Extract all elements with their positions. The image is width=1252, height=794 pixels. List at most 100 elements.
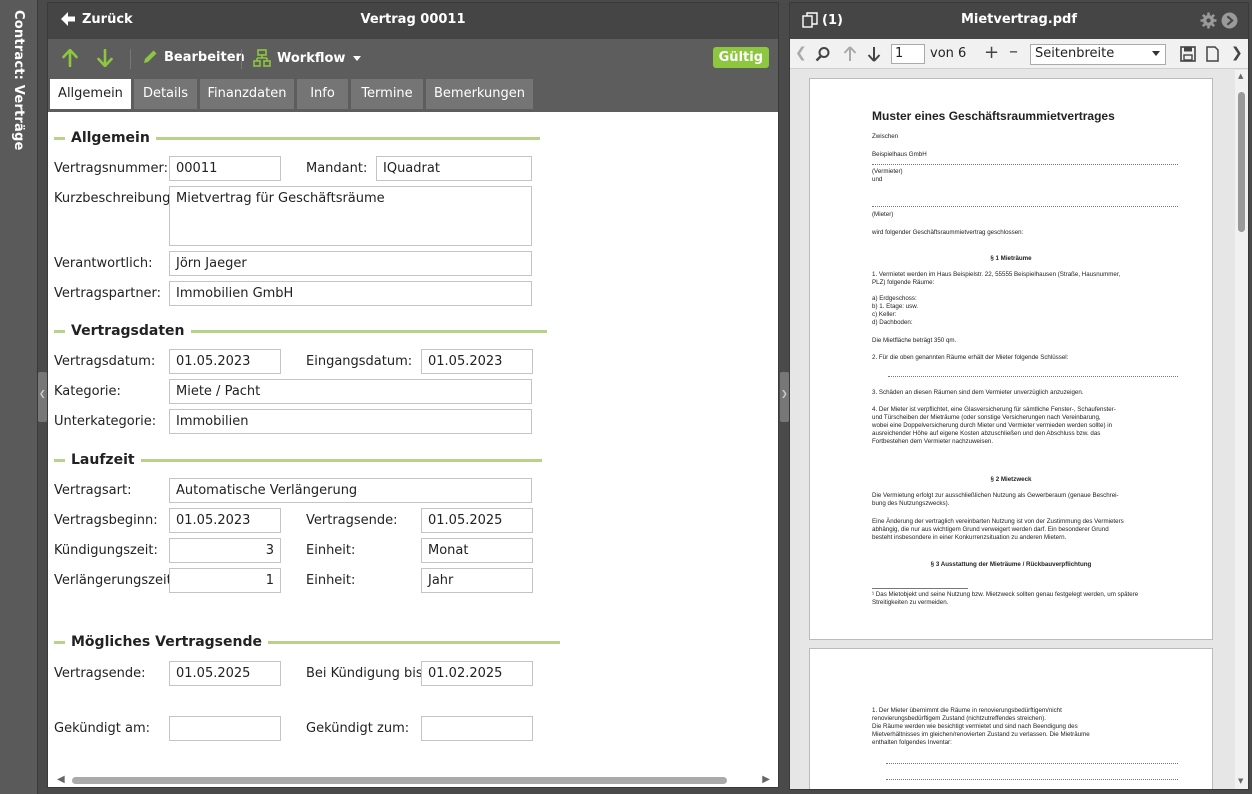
arrow-up-icon — [62, 49, 78, 67]
scroll-up-icon[interactable]: ▲ — [1238, 72, 1243, 80]
pdf-footnote: Streitigkeiten zu vermeiden. — [872, 599, 949, 606]
vertragsbeginn-field[interactable]: 01.05.2023 — [169, 508, 281, 533]
verlaengerungszeit-field[interactable]: 1 — [169, 568, 281, 593]
pdf-text: 4. Der Mieter ist verpflichtet, eine Gla… — [872, 406, 1116, 413]
arrow-up-icon[interactable] — [843, 46, 857, 62]
label-eingangsdatum: Eingangsdatum: — [306, 354, 413, 369]
verantwortlich-field[interactable]: Jörn Jaeger — [169, 251, 532, 276]
gekuendigt-zum-field[interactable] — [421, 716, 533, 741]
document-icon[interactable] — [1206, 46, 1219, 62]
workflow-button[interactable]: Workflow — [253, 49, 362, 67]
pdf-footnote: ¹ Das Mietobjekt und seine Nutzung bzw. … — [872, 591, 1139, 598]
arrow-down-icon[interactable] — [867, 46, 881, 62]
zoom-select[interactable]: Seitenbreite — [1030, 44, 1166, 65]
vertragsende-2-field[interactable]: 01.05.2025 — [169, 661, 281, 686]
edit-button[interactable]: Bearbeiten — [142, 49, 245, 65]
attachments-button[interactable]: (1) — [802, 12, 843, 28]
section-allgemein: Allgemein — [54, 130, 540, 146]
scroll-left-icon[interactable]: ◀ — [57, 774, 65, 785]
pdf-text: (Mieter) — [872, 211, 894, 218]
kurzbeschreibung-field[interactable]: Mietvertrag für Geschäftsräume — [169, 186, 532, 246]
label-einheit-2: Einheit: — [306, 573, 356, 588]
save-icon[interactable] — [1180, 46, 1196, 62]
pdf-page-1: Muster eines Geschäftsraummietvertrages … — [809, 78, 1213, 640]
pdf-text: 1. Der Mieter übernimmt die Räume in ren… — [872, 707, 1062, 714]
copy-document-icon — [802, 12, 818, 28]
module-sidebar[interactable]: Contract: Verträge — [0, 0, 38, 794]
page-number-input[interactable]: 1 — [891, 44, 925, 64]
pdf-heading: Muster eines Geschäftsraummietvertrages — [872, 109, 1115, 123]
label-vertragsende-2: Vertragsende: — [54, 666, 146, 681]
vertragspartner-field[interactable]: Immobilien GmbH — [169, 281, 532, 306]
pdf-scrollbar-thumb[interactable] — [1238, 92, 1245, 232]
zoom-out-icon[interactable]: – — [1009, 41, 1018, 62]
einheit-field[interactable]: Monat — [421, 538, 533, 563]
scrollbar-thumb[interactable] — [72, 777, 727, 784]
vertragsende-field[interactable]: 01.05.2025 — [421, 508, 533, 533]
label-vertragsdatum: Vertragsdatum: — [54, 354, 156, 369]
pdf-dotted-line — [872, 164, 1178, 165]
tab-termine[interactable]: Termine — [351, 79, 424, 109]
pdf-text: Mietverhältnisses im gleichen/renovierte… — [872, 731, 1090, 738]
pdf-text: Die Vermietung erfolgt zur ausschließlic… — [872, 492, 1119, 499]
vertragsdatum-field[interactable]: 01.05.2023 — [169, 349, 281, 374]
tab-allgemein[interactable]: Allgemein — [50, 79, 132, 109]
vertragsart-field[interactable]: Automatische Verlängerung — [169, 478, 532, 503]
pdf-panel: (1) Mietvertrag.pdf ❮ 1 von 6 + – Seiten… — [789, 2, 1249, 790]
pdf-text: d) Dachboden: — [872, 319, 913, 326]
pdf-text: Beispielhaus GmbH — [872, 151, 927, 158]
pdf-viewer[interactable]: Muster eines Geschäftsraummietvertrages … — [790, 70, 1236, 789]
back-label: Zurück — [82, 11, 133, 27]
label-kategorie: Kategorie: — [54, 384, 121, 399]
bei-kuendigung-field[interactable]: 01.02.2025 — [421, 661, 533, 686]
gekuendigt-am-field[interactable] — [169, 716, 281, 741]
pdf-text: Fortbestehen dem Vermieter nachzuweisen. — [872, 438, 994, 445]
chevron-right-icon[interactable]: ❯ — [1231, 45, 1243, 61]
chevron-right-icon: ❯ — [781, 389, 788, 398]
arrow-down-icon — [97, 49, 113, 67]
move-up-button[interactable] — [62, 49, 78, 67]
move-down-button[interactable] — [97, 49, 113, 67]
tab-finanzdaten[interactable]: Finanzdaten — [200, 79, 295, 109]
tab-bemerkungen[interactable]: Bemerkungen — [426, 79, 534, 109]
scroll-down-icon[interactable]: ▼ — [1238, 777, 1243, 785]
section-vertragsende-title: Mögliches Vertragsende — [71, 634, 262, 650]
caret-down-icon — [353, 55, 362, 61]
gear-icon[interactable] — [1200, 12, 1217, 29]
workflow-label: Workflow — [277, 50, 346, 66]
einheit-2-field[interactable]: Jahr — [421, 568, 533, 593]
mandant-field[interactable]: IQuadrat — [376, 156, 532, 181]
page-title: Vertrag 00011 — [360, 12, 466, 27]
pdf-text: enthalten folgendes Inventar: — [872, 739, 952, 746]
pdf-text: wird folgender Geschäftsraummietvertrag … — [872, 229, 1024, 236]
label-vertragsbeginn: Vertragsbeginn: — [54, 513, 158, 528]
unterkategorie-field[interactable]: Immobilien — [169, 409, 532, 434]
next-circle-icon[interactable] — [1221, 12, 1238, 29]
pdf-vertical-scrollbar[interactable]: ▲ ▼ — [1235, 70, 1248, 789]
section-laufzeit: Laufzeit — [54, 452, 542, 468]
arrow-left-icon — [61, 12, 75, 26]
pdf-titlebar: (1) Mietvertrag.pdf — [790, 3, 1248, 39]
search-icon[interactable] — [815, 46, 831, 62]
label-vertragsende: Vertragsende: — [306, 513, 398, 528]
back-button[interactable]: Zurück — [60, 11, 133, 27]
collapse-right-handle[interactable]: ❯ — [780, 372, 789, 422]
edit-label: Bearbeiten — [164, 49, 245, 65]
tab-details[interactable]: Details — [134, 79, 198, 109]
tab-info[interactable]: Info — [297, 79, 349, 109]
pdf-footnote-rule — [872, 588, 968, 589]
pdf-text: PLZ) folgende Räume: — [872, 279, 935, 286]
pencil-icon — [144, 50, 157, 63]
kategorie-field[interactable]: Miete / Pacht — [169, 379, 532, 404]
kuendigungszeit-field[interactable]: 3 — [169, 538, 281, 563]
scroll-right-icon[interactable]: ▶ — [762, 774, 770, 785]
eingangsdatum-field[interactable]: 01.05.2023 — [421, 349, 533, 374]
pdf-dotted-line — [886, 763, 1178, 764]
contract-toolbar: Bearbeiten Workflow Gültig — [48, 39, 778, 79]
vertragsnummer-field[interactable]: 00011 — [169, 156, 281, 181]
chevron-left-icon[interactable]: ❮ — [795, 45, 807, 61]
collapse-left-handle[interactable]: ❮ — [38, 372, 47, 422]
section-vertragsdaten-title: Vertragsdaten — [71, 323, 185, 339]
zoom-in-icon[interactable]: + — [984, 42, 999, 63]
horizontal-scrollbar[interactable]: ◀ ▶ — [48, 772, 778, 787]
